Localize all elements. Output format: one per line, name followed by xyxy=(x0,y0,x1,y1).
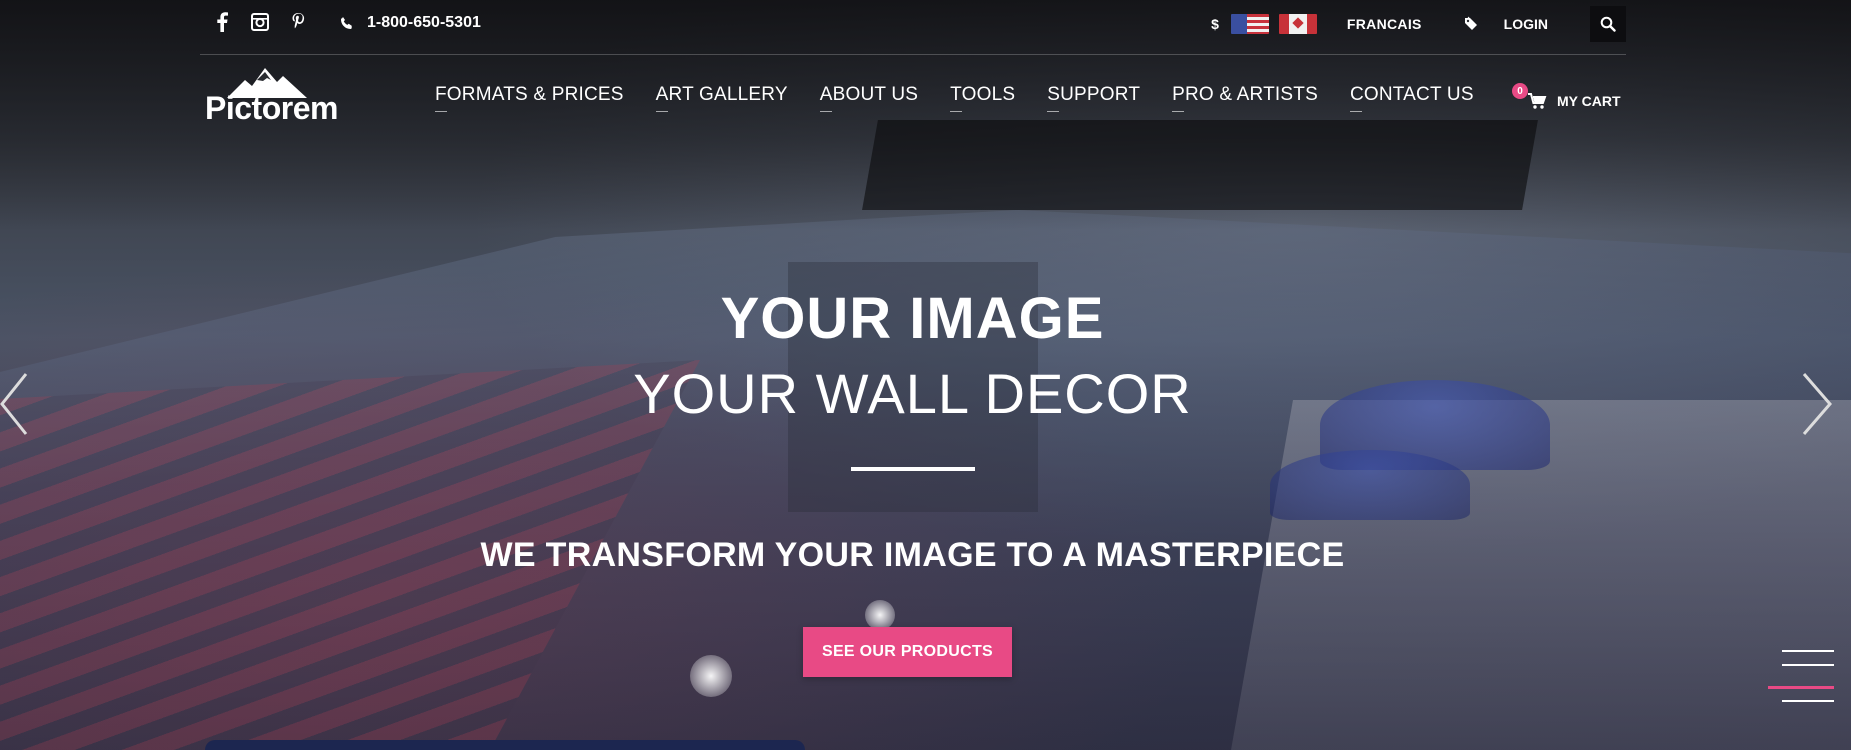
phone-number: 1-800-650-5301 xyxy=(367,14,481,31)
hero-light-glow xyxy=(865,600,895,630)
phone-contact[interactable]: 1-800-650-5301 xyxy=(337,13,481,33)
chevron-left-icon xyxy=(0,373,28,435)
hero-tagline: WE TRANSFORM YOUR IMAGE TO A MASTERPIECE xyxy=(480,536,1345,574)
slider-next-button[interactable] xyxy=(1800,372,1832,436)
nav-formats-prices[interactable]: FORMATS & PRICES xyxy=(435,84,624,112)
hero-dome-lower xyxy=(1270,450,1470,520)
usd-flag-icon[interactable] xyxy=(1230,14,1269,34)
nav-about-us[interactable]: ABOUT US xyxy=(819,84,918,112)
nav-art-gallery[interactable]: ART GALLERY xyxy=(655,84,788,112)
search-button[interactable] xyxy=(1590,6,1626,42)
top-bar: 1-800-650-5301 $ FRANCAIS LOGIN xyxy=(200,0,1626,55)
topbar-utilities: $ FRANCAIS LOGIN xyxy=(1211,4,1626,44)
see-products-button[interactable]: SEE OUR PRODUCTS xyxy=(803,627,1012,677)
hero-light-glow xyxy=(690,655,732,697)
nav-tools[interactable]: TOOLS xyxy=(950,84,1015,112)
main-nav: FORMATS & PRICES ART GALLERY ABOUT US TO… xyxy=(435,84,1474,112)
nav-support[interactable]: SUPPORT xyxy=(1047,84,1140,112)
bottom-panel-edge xyxy=(205,740,805,750)
language-link[interactable]: FRANCAIS xyxy=(1347,16,1422,32)
nav-contact-us[interactable]: CONTACT US xyxy=(1349,84,1474,112)
chevron-right-icon xyxy=(1802,373,1832,435)
menu-line xyxy=(1782,700,1834,702)
logo-text: Pictorem xyxy=(205,90,338,126)
nav-pro-artists[interactable]: PRO & ARTISTS xyxy=(1172,84,1318,112)
facebook-icon[interactable] xyxy=(212,12,232,32)
menu-line xyxy=(1782,664,1834,666)
cad-flag-icon[interactable] xyxy=(1278,14,1317,34)
menu-line-active xyxy=(1768,686,1834,689)
social-links xyxy=(212,12,308,32)
pinterest-icon[interactable] xyxy=(288,12,308,32)
my-cart-link[interactable]: MY CART xyxy=(1557,93,1621,109)
menu-line xyxy=(1782,650,1834,652)
hero-divider xyxy=(851,467,975,471)
currency-symbol: $ xyxy=(1211,16,1219,32)
hero-subheadline: YOUR WALL DECOR xyxy=(633,362,1192,425)
instagram-icon[interactable] xyxy=(250,12,270,32)
hero-dark-frame xyxy=(862,120,1538,210)
search-icon xyxy=(1598,14,1618,34)
phone-icon xyxy=(337,13,357,33)
cart-icon[interactable] xyxy=(1527,91,1547,111)
hero-headline: YOUR IMAGE xyxy=(720,286,1105,351)
login-link[interactable]: LOGIN xyxy=(1504,16,1548,32)
tag-icon[interactable] xyxy=(1462,14,1482,34)
slider-prev-button[interactable] xyxy=(0,372,32,436)
hamburger-menu-icon[interactable] xyxy=(1768,650,1834,704)
cart-count-badge: 0 xyxy=(1512,83,1528,99)
site-logo[interactable]: Pictorem xyxy=(205,66,355,126)
